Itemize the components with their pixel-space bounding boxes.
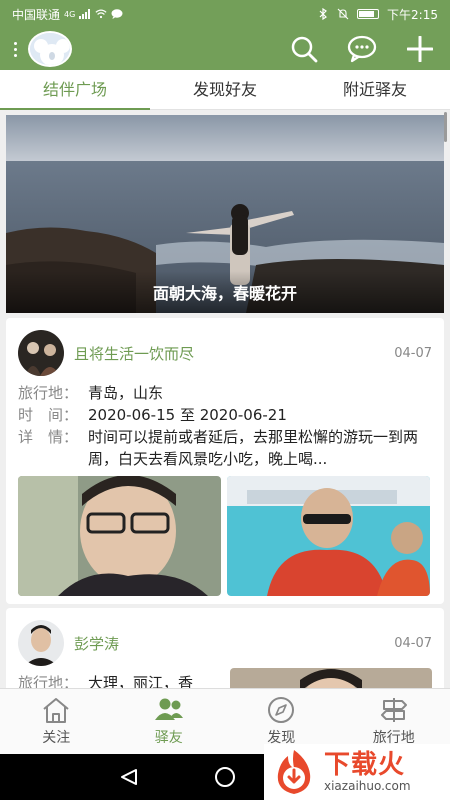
user-avatar-image: [18, 330, 64, 376]
nav-follow[interactable]: 关注: [0, 689, 113, 754]
watermark-title: 下载火: [324, 750, 406, 780]
nav-friends[interactable]: 驿友: [113, 689, 226, 754]
user-name[interactable]: 彭学涛: [74, 633, 394, 654]
detail-value: 时间可以提前或者延后，去那里松懈的游玩一到两周，白天去看风景吃小吃，晚上喝...: [88, 428, 419, 468]
scrollbar[interactable]: [444, 112, 447, 142]
status-bar: 中国联通 4G 下午2:15: [0, 0, 450, 28]
tab-discover-friends[interactable]: 发现好友: [150, 70, 300, 109]
message-icon: [347, 35, 377, 63]
nav-follow-label: 关注: [42, 730, 71, 746]
time-value: 2020-06-15 至 2020-06-21: [88, 406, 287, 424]
watermark-logo: 下载火 xiazaihuo.com: [264, 744, 450, 800]
network-label: 4G: [64, 9, 76, 19]
download-fire-icon: [277, 750, 311, 794]
app-bar: [0, 28, 450, 70]
banner[interactable]: 面朝大海，春暖花开: [6, 115, 444, 313]
tab-bar: 结伴广场 发现好友 附近驿友: [0, 70, 450, 110]
tab-companion-square[interactable]: 结伴广场: [0, 70, 150, 110]
feed[interactable]: 面朝大海，春暖花开 且将生活一饮而尽 04-07 旅行地： 青岛，山东 时 间： 2…: [0, 110, 450, 688]
wifi-icon: [95, 9, 107, 19]
back-icon: [121, 769, 137, 785]
destination-value: 青岛，山东: [88, 384, 164, 402]
compass-icon: [268, 697, 295, 723]
travel-post-card[interactable]: 彭学涛 04-07 旅行地： 大理，丽江，香: [6, 608, 444, 688]
add-button[interactable]: [402, 31, 438, 67]
bluetooth-icon: [319, 8, 327, 20]
destination-value: 大理，丽江，香: [88, 674, 194, 688]
photo-portrait-image: [230, 668, 432, 688]
menu-icon[interactable]: [14, 41, 20, 57]
post-date: 04-07: [394, 635, 432, 651]
carrier-label: 中国联通: [12, 7, 61, 22]
post-photo[interactable]: [227, 476, 430, 596]
chat-notify-icon: [111, 9, 123, 19]
time-label: 时 间：: [18, 406, 79, 424]
user-avatar[interactable]: [18, 330, 64, 376]
home-button-icon: [215, 767, 235, 787]
friends-icon: [154, 698, 183, 720]
mute-icon: [337, 8, 349, 20]
user-name[interactable]: 且将生活一饮而尽: [74, 343, 394, 364]
nav-friends-label: 驿友: [154, 730, 183, 746]
photo-boat-image: [227, 476, 430, 596]
post-photo[interactable]: [18, 476, 221, 596]
user-avatar[interactable]: [18, 620, 64, 666]
post-date: 04-07: [394, 345, 432, 361]
detail-label: 详 情：: [18, 428, 79, 446]
koala-avatar-icon: [30, 33, 70, 65]
photo-selfie-image: [18, 476, 221, 596]
destination-label: 旅行地：: [18, 384, 79, 402]
travel-post-card[interactable]: 且将生活一饮而尽 04-07 旅行地： 青岛，山东 时 间： 2020-06-15 …: [6, 318, 444, 604]
clock: 下午2:15: [387, 7, 438, 22]
user-avatar-image: [18, 620, 64, 666]
destination-label: 旅行地：: [18, 674, 79, 688]
tab-nearby-friends[interactable]: 附近驿友: [300, 70, 450, 109]
profile-avatar[interactable]: [28, 31, 72, 67]
signal-icon: [79, 9, 91, 19]
signpost-icon: [380, 698, 407, 722]
message-button[interactable]: [344, 31, 380, 67]
post-photo[interactable]: [230, 668, 432, 688]
watermark-url: xiazaihuo.com: [324, 779, 411, 793]
battery-icon: [357, 9, 380, 19]
search-button[interactable]: [286, 31, 322, 67]
add-icon: [407, 36, 433, 62]
banner-caption: 面朝大海，春暖花开: [6, 271, 444, 313]
search-icon: [291, 36, 318, 63]
home-icon: [43, 698, 69, 723]
